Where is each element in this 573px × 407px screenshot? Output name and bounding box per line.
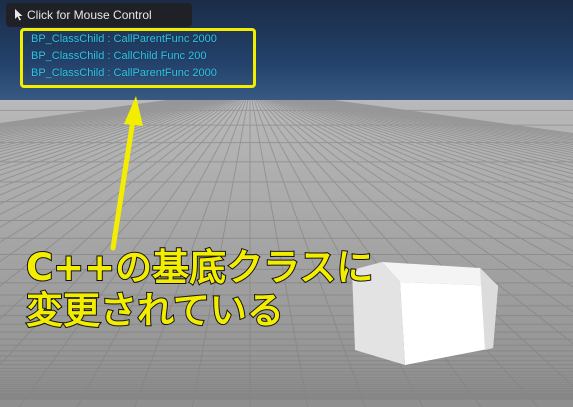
mouse-control-button[interactable]: Click for Mouse Control — [6, 3, 192, 27]
log-line: BP_ClassChild : CallParentFunc 2000 — [31, 67, 217, 79]
log-line: BP_ClassChild : CallParentFunc 2000 — [31, 33, 217, 45]
cursor-icon — [15, 9, 23, 21]
log-line: BP_ClassChild : CallChild Func 200 — [31, 50, 207, 62]
annotation-caption-line2: 変更されている — [25, 289, 285, 332]
white-cube — [352, 262, 498, 365]
annotation-caption-line1: C++の基底クラスに — [25, 246, 374, 289]
mouse-control-label: Click for Mouse Control — [27, 8, 152, 22]
